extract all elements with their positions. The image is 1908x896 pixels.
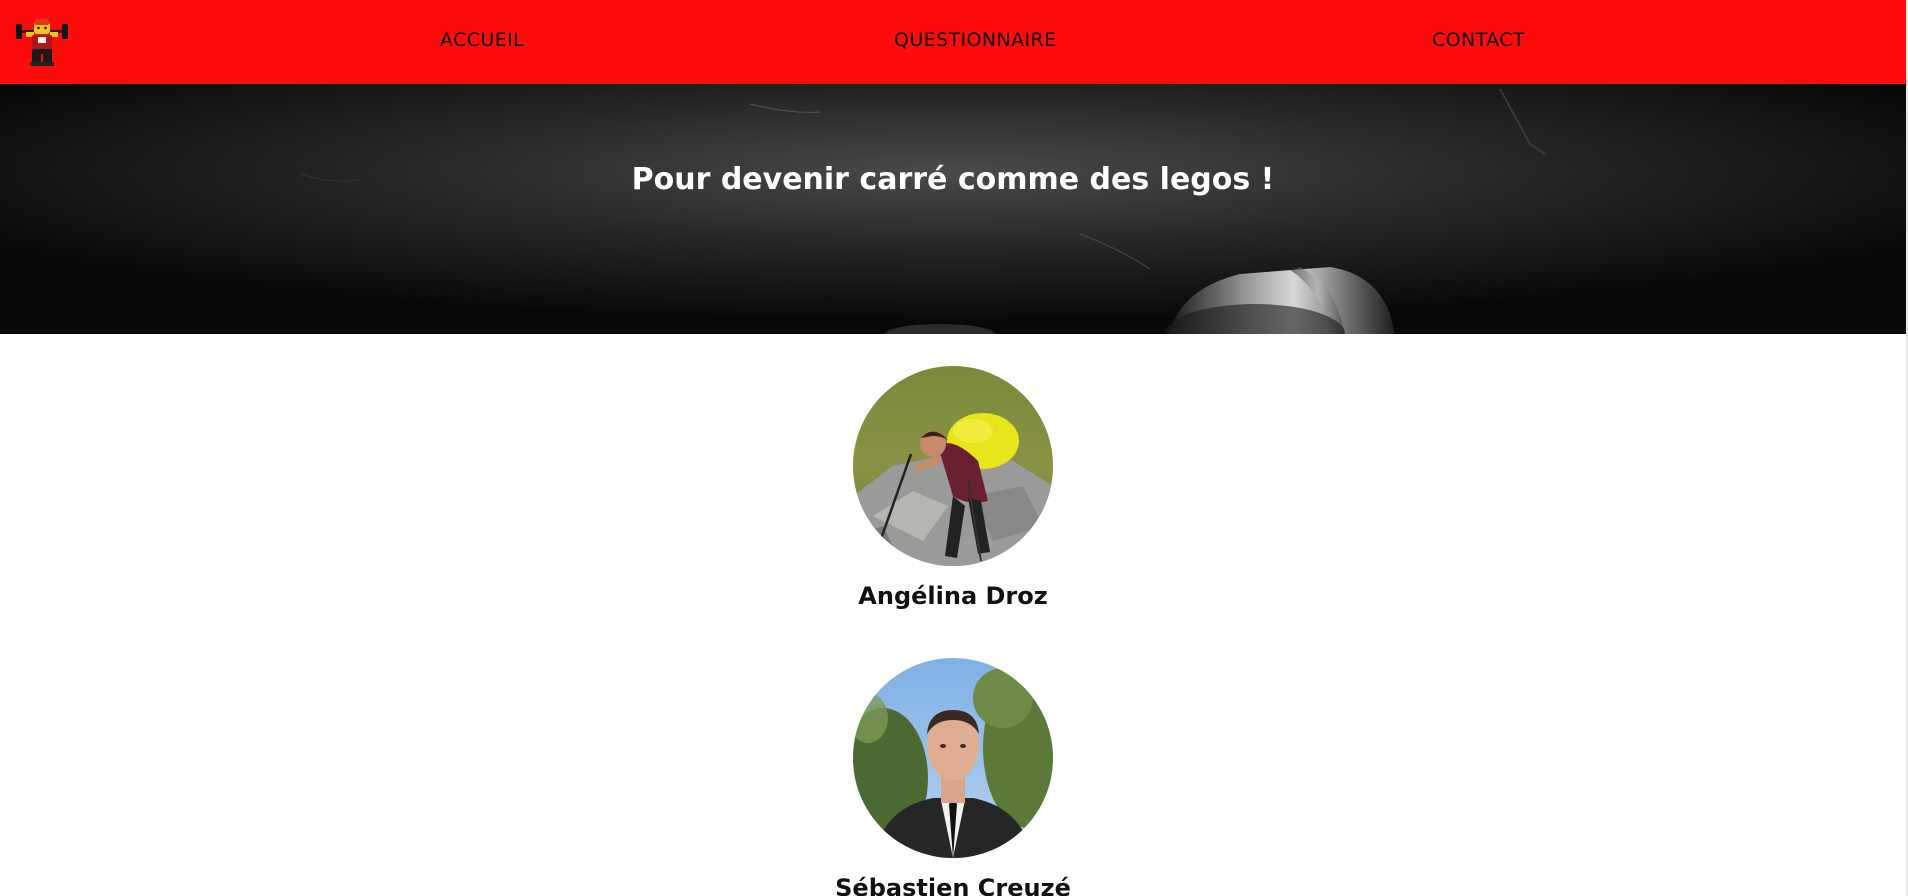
navbar: ACCUEIL QUESTIONNAIRE CONTACT xyxy=(0,0,1906,84)
hero-title: Pour devenir carré comme des legos ! xyxy=(631,162,1275,197)
nav-link-contact[interactable]: CONTACT xyxy=(1432,29,1525,51)
member-name: Sébastien Creuzé xyxy=(835,874,1071,896)
member-card: Sébastien Creuzé xyxy=(0,658,1906,896)
lego-weightlifter-logo-icon[interactable] xyxy=(16,18,68,68)
dumbbell-floor-background xyxy=(0,84,1906,334)
man-in-suit-photo xyxy=(853,658,1053,858)
member-name: Angélina Droz xyxy=(858,582,1048,610)
member-card: Angélina Droz xyxy=(0,366,1906,610)
nav-link-accueil[interactable]: ACCUEIL xyxy=(440,29,524,51)
page: ACCUEIL QUESTIONNAIRE CONTACT Pour deven… xyxy=(0,0,1908,896)
hero-banner: Pour devenir carré comme des legos ! xyxy=(0,84,1906,334)
nav-link-questionnaire[interactable]: QUESTIONNAIRE xyxy=(894,29,1057,51)
hiker-with-yellow-backpack-photo xyxy=(853,366,1053,566)
